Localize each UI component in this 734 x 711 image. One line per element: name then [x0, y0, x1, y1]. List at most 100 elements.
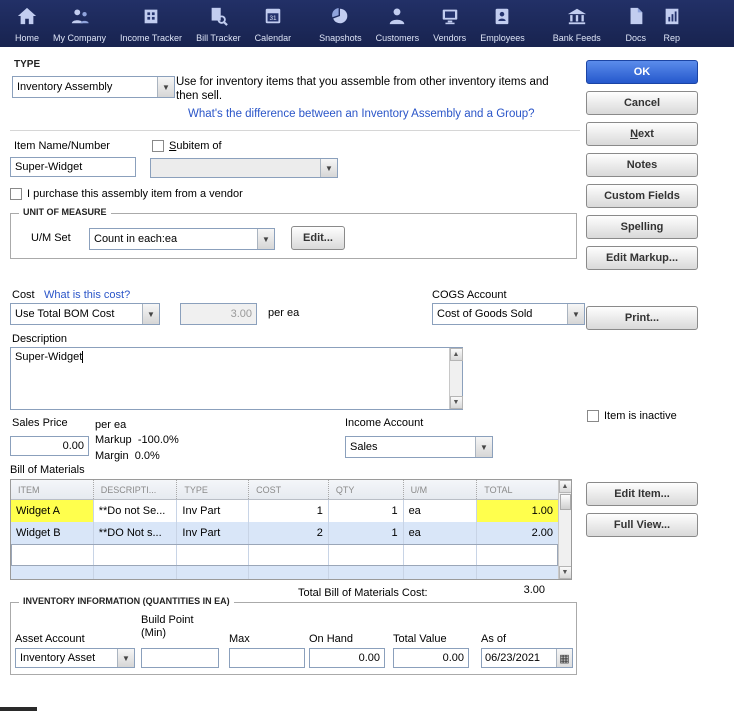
- bom-cell-item[interactable]: [11, 544, 93, 566]
- bom-scrollbar[interactable]: ▲ ▼: [558, 480, 571, 579]
- bom-cell-cost[interactable]: [248, 544, 328, 566]
- bom-cell-description[interactable]: **DO Not s...: [92, 522, 177, 544]
- toolbar-item-income-tracker[interactable]: Income Tracker: [113, 0, 189, 47]
- full-view-button[interactable]: Full View...: [586, 513, 698, 537]
- purchase-from-vendor-checkbox[interactable]: [10, 188, 22, 200]
- bom-cell-um[interactable]: ea: [402, 522, 477, 544]
- bom-cell-description[interactable]: [92, 566, 177, 579]
- chevron-down-icon[interactable]: ▼: [567, 304, 584, 324]
- bom-cell-um[interactable]: [402, 566, 477, 579]
- description-scrollbar[interactable]: ▲ ▼: [449, 348, 463, 409]
- edit-item-button[interactable]: Edit Item...: [586, 482, 698, 506]
- bom-header-cost[interactable]: COST: [248, 480, 328, 499]
- bom-header-description[interactable]: DESCRIPTI...: [92, 480, 177, 499]
- markup-value: -100.0%: [137, 434, 179, 446]
- subitem-checkbox[interactable]: [152, 140, 164, 152]
- toolbar-item-employees[interactable]: Employees: [473, 0, 532, 47]
- toolbar-item-bank-feeds[interactable]: Bank Feeds: [546, 0, 608, 47]
- description-textarea[interactable]: Super-Widget ▲ ▼: [10, 347, 463, 410]
- on-hand-input[interactable]: [309, 648, 385, 668]
- sales-price-input[interactable]: [10, 436, 89, 456]
- cost-help-link[interactable]: What is this cost?: [44, 289, 130, 301]
- table-row[interactable]: Widget A **Do not Se... Inv Part 1 1 ea …: [11, 500, 558, 522]
- toolbar-item-docs[interactable]: Docs: [618, 0, 654, 47]
- asset-account-select[interactable]: Inventory Asset ▼: [15, 648, 135, 668]
- scroll-down-icon[interactable]: ▼: [449, 396, 463, 409]
- chevron-down-icon[interactable]: ▼: [320, 159, 337, 177]
- table-row-empty[interactable]: [11, 566, 558, 579]
- toolbar-item-my-company[interactable]: My Company: [46, 0, 113, 47]
- bom-cell-type[interactable]: [176, 566, 248, 579]
- bom-cell-total[interactable]: [476, 544, 558, 566]
- bom-cell-um[interactable]: ea: [402, 500, 477, 522]
- cogs-account-select[interactable]: Cost of Goods Sold ▼: [432, 303, 585, 325]
- bom-cell-description[interactable]: **Do not Se...: [92, 500, 177, 522]
- toolbar-item-home[interactable]: Home: [8, 0, 46, 47]
- bom-cell-cost[interactable]: 1: [248, 500, 328, 522]
- bom-cell-cost[interactable]: 2: [248, 522, 328, 544]
- bom-cell-type[interactable]: Inv Part: [176, 500, 248, 522]
- subitem-select[interactable]: ▼: [150, 158, 338, 178]
- income-account-select[interactable]: Sales ▼: [345, 436, 493, 458]
- max-input[interactable]: [229, 648, 305, 668]
- subitem-label: Subitem of: [169, 140, 222, 152]
- toolbar-item-reports[interactable]: Rep: [654, 0, 690, 47]
- bom-header-um[interactable]: U/M: [402, 480, 477, 499]
- scroll-up-icon[interactable]: ▲: [449, 348, 463, 361]
- bom-cell-type[interactable]: [176, 544, 248, 566]
- bom-cell-qty[interactable]: 1: [327, 500, 403, 522]
- assembly-vs-group-link[interactable]: What's the difference between an Invento…: [188, 108, 535, 120]
- edit-markup-button[interactable]: Edit Markup...: [586, 246, 698, 270]
- toolbar-item-bill-tracker[interactable]: Bill Tracker: [189, 0, 248, 47]
- bom-cell-qty[interactable]: 1: [327, 522, 403, 544]
- as-of-date-field[interactable]: 06/23/2021 ▦: [481, 648, 573, 668]
- bom-cell-total[interactable]: 2.00: [476, 522, 558, 544]
- um-edit-button[interactable]: Edit...: [291, 226, 345, 250]
- custom-fields-button[interactable]: Custom Fields: [586, 184, 698, 208]
- bom-cell-item[interactable]: [11, 566, 93, 579]
- chevron-down-icon[interactable]: ▼: [257, 229, 274, 249]
- item-name-input[interactable]: [10, 157, 136, 177]
- spelling-button[interactable]: Spelling: [586, 215, 698, 239]
- bom-header-qty[interactable]: QTY: [327, 480, 403, 499]
- bom-cell-qty[interactable]: [327, 566, 403, 579]
- chevron-down-icon[interactable]: ▼: [157, 77, 174, 97]
- um-set-select[interactable]: Count in each:ea ▼: [89, 228, 275, 250]
- bom-cell-description[interactable]: [92, 544, 177, 566]
- toolbar-item-customers[interactable]: Customers: [369, 0, 427, 47]
- scrollbar-thumb[interactable]: [560, 494, 571, 510]
- type-description: Use for inventory items that you assembl…: [176, 76, 549, 102]
- notes-button[interactable]: Notes: [586, 153, 698, 177]
- print-button[interactable]: Print...: [586, 306, 698, 330]
- cost-method-select[interactable]: Use Total BOM Cost ▼: [10, 303, 160, 325]
- bom-cell-type[interactable]: Inv Part: [176, 522, 248, 544]
- bom-cell-um[interactable]: [402, 544, 477, 566]
- bom-header-item[interactable]: ITEM: [11, 480, 93, 499]
- total-value-input[interactable]: [393, 648, 469, 668]
- bom-cell-total[interactable]: [476, 566, 558, 579]
- build-point-input[interactable]: [141, 648, 219, 668]
- table-row-empty-active[interactable]: [11, 544, 558, 566]
- scroll-up-icon[interactable]: ▲: [558, 480, 571, 493]
- next-button[interactable]: Next: [586, 122, 698, 146]
- chevron-down-icon[interactable]: ▼: [475, 437, 492, 457]
- toolbar-item-snapshots[interactable]: Snapshots: [312, 0, 369, 47]
- bom-cell-cost[interactable]: [248, 566, 328, 579]
- bom-cell-qty[interactable]: [327, 544, 403, 566]
- bom-cell-total[interactable]: 1.00: [476, 500, 558, 522]
- bom-header-type[interactable]: TYPE: [176, 480, 248, 499]
- cancel-button[interactable]: Cancel: [586, 91, 698, 115]
- ok-button[interactable]: OK: [586, 60, 698, 84]
- chevron-down-icon[interactable]: ▼: [142, 304, 159, 324]
- type-select[interactable]: Inventory Assembly ▼: [12, 76, 175, 98]
- item-inactive-checkbox[interactable]: [587, 410, 599, 422]
- toolbar-item-calendar[interactable]: 31 Calendar: [248, 0, 299, 47]
- scroll-down-icon[interactable]: ▼: [558, 566, 571, 579]
- bom-cell-item[interactable]: Widget B: [11, 522, 93, 544]
- toolbar-item-vendors[interactable]: Vendors: [426, 0, 473, 47]
- bom-header-total[interactable]: TOTAL: [476, 480, 558, 499]
- calendar-picker-icon[interactable]: ▦: [556, 649, 572, 667]
- table-row[interactable]: Widget B **DO Not s... Inv Part 2 1 ea 2…: [11, 522, 558, 544]
- chevron-down-icon[interactable]: ▼: [117, 649, 134, 667]
- bom-cell-item[interactable]: Widget A: [11, 500, 93, 522]
